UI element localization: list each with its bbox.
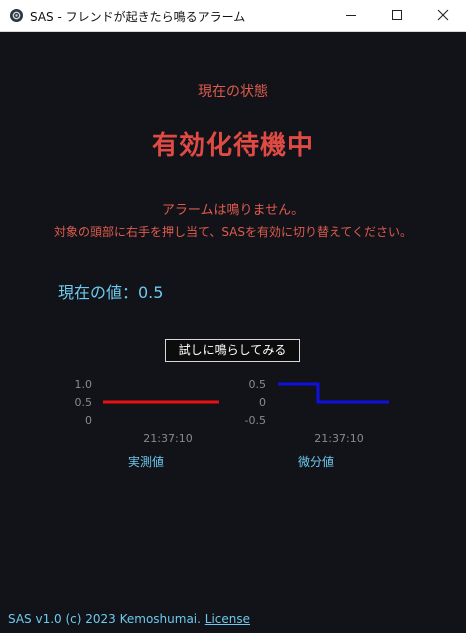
license-link[interactable]: License [205, 612, 250, 626]
main-content: 現在の状態 有効化待機中 アラームは鳴りません。 対象の頭部に右手を押し当て、S… [0, 32, 466, 633]
window-title: SAS - フレンドが起きたら鳴るアラーム [30, 10, 246, 24]
close-icon [437, 9, 449, 21]
minimize-button[interactable] [328, 0, 374, 31]
status-heading: 現在の状態 [198, 84, 268, 100]
instruction-text: 対象の頭部に右手を押し当て、SASを有効に切り替えてください。 [53, 225, 413, 239]
y-tick-label: 0.5 [249, 378, 267, 391]
gear-icon [9, 8, 24, 23]
maximize-button[interactable] [374, 0, 420, 31]
y-tick-label: -0.5 [245, 414, 266, 427]
test-alarm-button[interactable]: 試しに鳴らしてみる [165, 339, 300, 362]
derivative-series-line [278, 382, 389, 404]
y-tick-label: 0 [259, 396, 266, 409]
y-tick-label: 0.5 [75, 396, 93, 409]
measured-value-chart: 1.0 0.5 0 21:37:10 [75, 378, 219, 445]
close-button[interactable] [420, 0, 466, 31]
x-tick-label: 21:37:10 [143, 432, 192, 445]
derivative-value-chart: 0.5 0 -0.5 21:37:10 [245, 378, 389, 445]
current-value-label: 現在の値：0.5 [58, 283, 164, 302]
app-window: SAS - フレンドが起きたら鳴るアラーム 現在の状態 有効化待機中 アラームは… [0, 0, 466, 633]
footer: SAS v1.0 (c) 2023 Kemoshumai. License [8, 612, 250, 626]
y-tick-label: 1.0 [75, 378, 93, 391]
footer-copyright: SAS v1.0 (c) 2023 Kemoshumai. [8, 612, 205, 626]
status-value: 有効化待機中 [151, 131, 314, 161]
y-tick-label: 0 [85, 414, 92, 427]
x-tick-label: 21:37:10 [314, 432, 363, 445]
measured-chart-caption: 実測値 [128, 455, 165, 469]
derivative-chart-caption: 微分値 [298, 455, 335, 469]
alarm-message: アラームは鳴りません。 [161, 203, 305, 218]
maximize-icon [392, 10, 402, 20]
title-bar[interactable]: SAS - フレンドが起きたら鳴るアラーム [0, 0, 466, 32]
minimize-icon [346, 15, 356, 16]
